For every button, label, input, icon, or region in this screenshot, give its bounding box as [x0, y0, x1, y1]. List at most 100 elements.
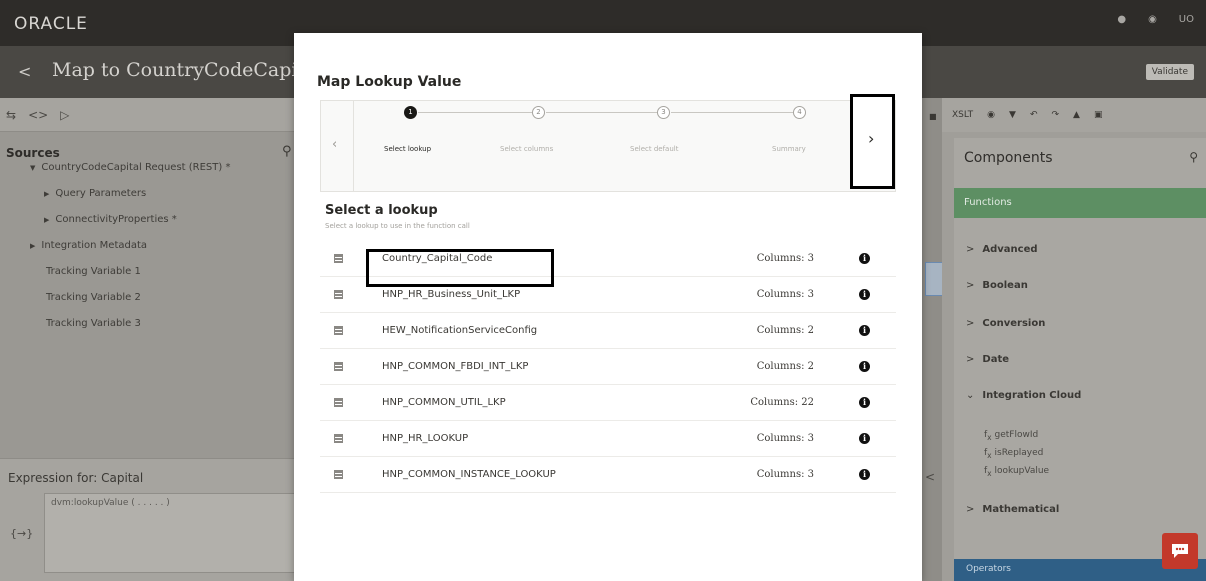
left-toolbar: ⇆ <> ▷ — [0, 98, 296, 132]
category-integration-cloud[interactable]: ⌄ Integration Cloud — [966, 390, 1081, 401]
lookup-name: HNP_HR_Business_Unit_LKP — [382, 289, 521, 300]
expression-title: Expression for: Capital — [8, 471, 144, 485]
category-mathematical[interactable]: > Mathematical — [966, 504, 1059, 515]
sources-panel: ⇆ <> ▷ Sources ⚲ ▼ CountryCodeCapital Req… — [0, 98, 296, 581]
step-2-indicator[interactable]: 2 — [532, 106, 545, 119]
select-lookup-title: Select a lookup — [325, 203, 438, 218]
play-icon[interactable]: ▷ — [60, 108, 69, 122]
category-conversion[interactable]: > Conversion — [966, 318, 1045, 329]
lookup-table-icon — [334, 470, 343, 479]
dialog-title: Map Lookup Value — [317, 74, 462, 90]
canvas-label-icon: ■ — [929, 112, 937, 121]
lookup-columns: Columns: 22 — [750, 397, 814, 408]
top-icons: ● ◉ UO — [1117, 14, 1194, 25]
page-title: Map to CountryCodeCapital — [52, 59, 323, 81]
wizard-next-button[interactable]: › — [850, 94, 895, 189]
lookup-row[interactable]: HNP_COMMON_UTIL_LKP Columns: 22 i — [320, 386, 896, 421]
chat-icon — [1172, 544, 1188, 558]
function-lookupvalue[interactable]: fx lookupValue — [984, 466, 1049, 478]
tree-item-tracking-variable-1[interactable]: Tracking Variable 1 — [46, 266, 141, 277]
lookup-row[interactable]: HNP_COMMON_FBDI_INT_LKP Columns: 2 i — [320, 350, 896, 385]
right-toolbar: XSLT ◉ ▼ ↶ ↷ ▲ ▣ — [942, 98, 1206, 132]
lookup-table-icon — [334, 326, 343, 335]
swap-icon[interactable]: ⇆ — [6, 108, 16, 122]
lookup-name: HNP_COMMON_UTIL_LKP — [382, 397, 506, 408]
lookup-columns: Columns: 2 — [756, 325, 814, 336]
pin-icon[interactable]: ▲ — [1073, 110, 1080, 120]
lookup-table-icon — [334, 398, 343, 407]
wizard-previous-button[interactable]: ‹ — [321, 101, 354, 191]
redo-icon[interactable]: ↷ — [1051, 110, 1059, 120]
map-lookup-value-dialog: Map Lookup Value ‹ 1 2 3 4 Select lookup… — [294, 33, 922, 581]
lookup-name: HNP_HR_LOOKUP — [382, 433, 469, 444]
category-boolean[interactable]: > Boolean — [966, 280, 1028, 291]
category-date[interactable]: > Date — [966, 354, 1009, 365]
oracle-logo: ORACLE — [14, 14, 88, 34]
step-4-label: Summary — [772, 145, 806, 153]
step-3-indicator[interactable]: 3 — [657, 106, 670, 119]
components-sidebar: XSLT ◉ ▼ ↶ ↷ ▲ ▣ Components ⚲ Functions … — [942, 98, 1206, 581]
info-icon[interactable]: i — [859, 433, 870, 444]
tree-item-request[interactable]: ▼ CountryCodeCapital Request (REST) * — [30, 162, 230, 173]
info-icon[interactable]: i — [859, 361, 870, 372]
function-isreplayed[interactable]: fx isReplayed — [984, 448, 1043, 460]
lookup-table-icon — [334, 434, 343, 443]
lookup-row[interactable]: HEW_NotificationServiceConfig Columns: 2… — [320, 314, 896, 349]
notification-icon[interactable]: ● — [1117, 14, 1126, 25]
tree-item-connectivity-properties[interactable]: ▶ ConnectivityProperties * — [44, 214, 177, 225]
step-connector-3 — [671, 112, 793, 113]
components-search-icon[interactable]: ⚲ — [1189, 150, 1198, 164]
chevron-right-icon: › — [868, 129, 875, 148]
tree-item-integration-metadata[interactable]: ▶ Integration Metadata — [30, 240, 147, 251]
tree-item-tracking-variable-3[interactable]: Tracking Variable 3 — [46, 318, 141, 329]
functions-section[interactable]: Functions — [954, 188, 1206, 218]
chevron-left-icon: ‹ — [332, 137, 338, 152]
collapse-arrow-icon[interactable]: < — [925, 470, 935, 484]
tree-item-query-parameters[interactable]: ▶ Query Parameters — [44, 188, 146, 199]
lookup-table-icon — [334, 254, 343, 263]
lookup-row[interactable]: HNP_HR_LOOKUP Columns: 3 i — [320, 422, 896, 457]
step-1-indicator[interactable]: 1 — [404, 106, 417, 119]
expression-toggle-icon[interactable]: {→} — [10, 527, 33, 540]
step-3-label: Select default — [630, 145, 679, 153]
lookup-columns: Columns: 2 — [756, 361, 814, 372]
expression-editor[interactable]: dvm:lookupValue ( . . . . . ) — [44, 493, 296, 573]
components-panel: Components ⚲ Functions > Advanced > Boolea… — [954, 138, 1206, 581]
chat-button[interactable] — [1162, 533, 1198, 569]
help-icon[interactable]: ◉ — [1148, 14, 1157, 25]
step-connector-2 — [546, 112, 657, 113]
select-lookup-subtitle: Select a lookup to use in the function c… — [325, 222, 470, 230]
step-4-indicator[interactable]: 4 — [793, 106, 806, 119]
sources-title: Sources — [6, 146, 60, 160]
back-chevron-icon[interactable]: < — [18, 62, 31, 81]
validate-button[interactable]: Validate — [1145, 64, 1194, 80]
lookup-name: HEW_NotificationServiceConfig — [382, 325, 538, 336]
undo-icon[interactable]: ↶ — [1030, 110, 1038, 120]
search-icon[interactable]: ⚲ — [282, 144, 292, 159]
info-icon[interactable]: i — [859, 325, 870, 336]
lookup-table-icon — [334, 362, 343, 371]
step-2-label: Select columns — [500, 145, 554, 153]
lookup-columns: Columns: 3 — [756, 289, 814, 300]
step-connector-1 — [418, 112, 532, 113]
code-icon[interactable]: <> — [28, 108, 48, 122]
lookup-columns: Columns: 3 — [756, 469, 814, 480]
info-icon[interactable]: i — [859, 253, 870, 264]
lookup-name: HNP_COMMON_INSTANCE_LOOKUP — [382, 469, 556, 480]
user-avatar[interactable]: UO — [1179, 14, 1194, 25]
function-getflowid[interactable]: fx getFlowId — [984, 430, 1038, 442]
components-title: Components — [964, 150, 1053, 166]
expression-text: dvm:lookupValue ( . . . . . ) — [51, 498, 170, 508]
info-icon[interactable]: i — [859, 289, 870, 300]
info-icon[interactable]: i — [859, 397, 870, 408]
selected-lookup-highlight — [366, 249, 554, 287]
settings-icon[interactable]: ◉ — [987, 110, 995, 120]
panel-toggle-icon[interactable]: ▣ — [1094, 110, 1103, 120]
tree-item-tracking-variable-2[interactable]: Tracking Variable 2 — [46, 292, 141, 303]
filter-icon[interactable]: ▼ — [1009, 110, 1016, 120]
xslt-button[interactable]: XSLT — [952, 110, 973, 120]
lookup-row[interactable]: HNP_COMMON_INSTANCE_LOOKUP Columns: 3 i — [320, 458, 896, 493]
expression-panel: Expression for: Capital {→} dvm:lookupVa… — [0, 458, 296, 581]
info-icon[interactable]: i — [859, 469, 870, 480]
category-advanced[interactable]: > Advanced — [966, 244, 1038, 255]
